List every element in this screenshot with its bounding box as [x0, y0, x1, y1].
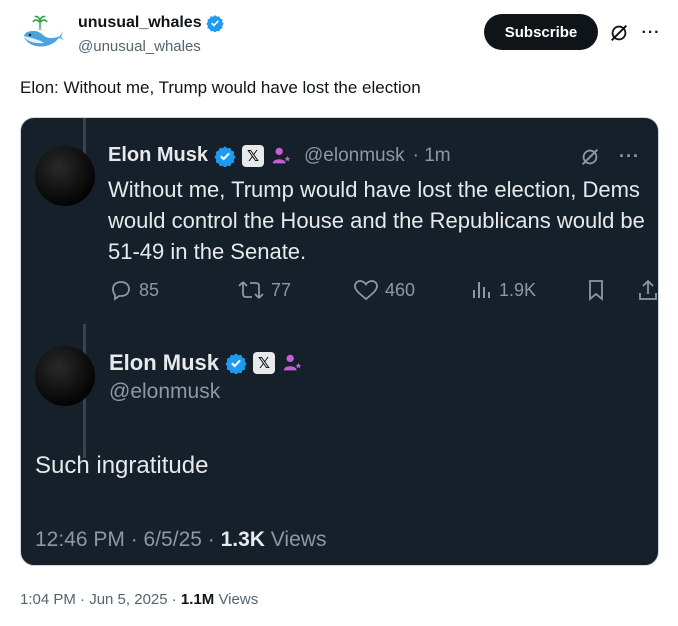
- reply-author-name: Elon Musk: [109, 350, 220, 375]
- verified-badge-icon: [225, 353, 247, 374]
- views-count: 1.9K: [499, 279, 537, 300]
- verified-badge-icon: [214, 145, 236, 167]
- post-views-label: Views: [214, 591, 259, 608]
- author-handle[interactable]: @unusual_whales: [78, 38, 201, 55]
- reply-action: 85: [109, 278, 159, 302]
- avatar[interactable]: [18, 10, 66, 58]
- post-timestamp[interactable]: 1:04 PM · Jun 5, 2025 ·: [20, 591, 181, 608]
- author-name-text[interactable]: unusual_whales: [78, 14, 202, 32]
- reply-meta: 12:46 PM · 6/5/25 · 1.3K Views: [35, 528, 326, 552]
- subscribe-button[interactable]: Subscribe: [484, 14, 598, 50]
- bookmark-icon: [585, 278, 607, 302]
- reply-text: Such ingratitude: [35, 452, 209, 479]
- verified-badge-icon: [205, 15, 224, 32]
- repost-count: 77: [271, 279, 292, 300]
- grok-icon: [579, 146, 601, 173]
- repost-icon: [238, 281, 264, 299]
- avatar: [35, 146, 95, 206]
- like-count: 460: [385, 279, 416, 300]
- views-action: 1.9K: [471, 278, 536, 302]
- grok-button[interactable]: [606, 20, 632, 46]
- quoted-author-handle: @elonmusk: [304, 144, 405, 166]
- share-icon: [637, 278, 658, 302]
- post-header: unusual_whales @unusual_whales Subscribe…: [0, 0, 678, 70]
- quoted-time: · 1m: [412, 144, 451, 166]
- views-icon: [473, 282, 490, 298]
- reply-timestamp: 12:46 PM · 6/5/25 ·: [35, 528, 221, 551]
- grok-icon: [610, 24, 628, 42]
- reply-count: 85: [139, 279, 160, 300]
- repost-action: 77: [237, 278, 291, 302]
- affiliate-icon: [283, 354, 302, 371]
- thread-line: [83, 118, 86, 154]
- more-icon: ···: [619, 146, 640, 166]
- quoted-author-row: Elon Musk 𝕏 @elonmusk · 1m: [108, 144, 451, 167]
- like-icon: [354, 280, 378, 301]
- more-icon[interactable]: ···: [638, 20, 664, 46]
- reply-views-count: 1.3K: [220, 528, 265, 551]
- x-badge-icon: 𝕏: [242, 144, 265, 167]
- post-meta: 1:04 PM · Jun 5, 2025 · 1.1M Views: [20, 591, 258, 608]
- quoted-author-name: Elon Musk: [108, 144, 209, 166]
- author-name[interactable]: unusual_whales: [78, 14, 224, 32]
- reply-author-handle: @elonmusk: [109, 380, 221, 403]
- quoted-actions: 85 77 460 1.9K: [109, 278, 657, 308]
- media-image[interactable]: Elon Musk 𝕏 @elonmusk · 1m ··· Without m…: [20, 117, 659, 566]
- reply-author-row: Elon Musk 𝕏: [109, 350, 303, 376]
- x-badge-icon: 𝕏: [253, 352, 276, 374]
- avatar: [35, 346, 95, 406]
- post-views-count: 1.1M: [180, 591, 215, 608]
- post-text: Elon: Without me, Trump would have lost …: [20, 78, 421, 97]
- like-action: 460: [353, 278, 415, 302]
- whale-avatar-icon: [24, 15, 64, 47]
- reply-views-label: Views: [264, 528, 327, 551]
- reply-icon: [112, 281, 130, 301]
- quoted-body: Without me, Trump would have lost the el…: [108, 177, 645, 264]
- affiliate-icon: [272, 147, 291, 163]
